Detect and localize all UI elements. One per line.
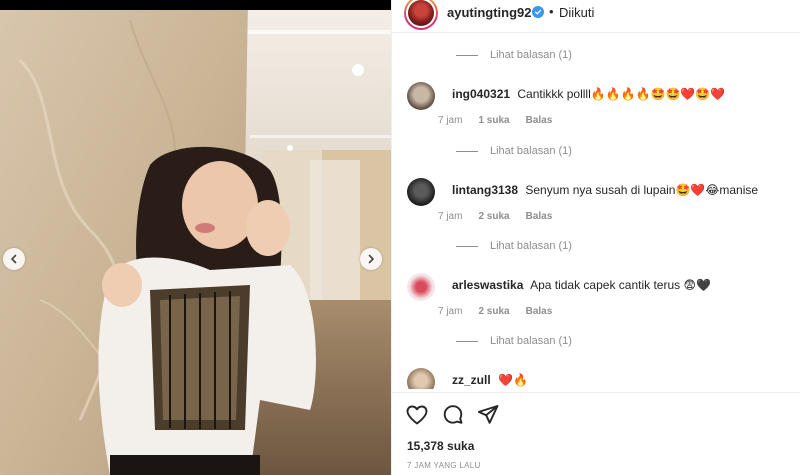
- comment-body: ❤️🔥: [498, 373, 528, 387]
- comment-username[interactable]: zz_zull: [452, 373, 491, 387]
- post-like-count[interactable]: 15,378 suka: [407, 439, 474, 453]
- view-replies-link[interactable]: Lihat balasan (1): [456, 49, 572, 61]
- author-username[interactable]: ayutingting92: [447, 5, 532, 20]
- view-replies-link[interactable]: Lihat balasan (1): [456, 335, 572, 347]
- comment-avatar[interactable]: [407, 368, 435, 389]
- comment-icon: [443, 405, 463, 424]
- post-actions: [392, 392, 800, 432]
- comment-text-row: ing040321 Cantikkk pollll🔥🔥🔥🔥🤩🤩❤️🤩❤️: [452, 87, 725, 101]
- comment-text-row: arleswastika Apa tidak capek cantik teru…: [452, 278, 711, 292]
- comment-meta: 7 jam 2 suka Balas: [438, 306, 568, 317]
- comment-likes[interactable]: 2 suka: [478, 306, 509, 317]
- comment-reply-button[interactable]: Balas: [526, 306, 553, 317]
- comment-button[interactable]: [441, 403, 465, 427]
- comment-text-row: zz_zull ❤️🔥: [452, 373, 528, 387]
- comment-time: 7 jam: [438, 211, 463, 222]
- comment-item: arleswastika Apa tidak capek cantik teru…: [392, 273, 800, 333]
- chevron-right-icon: [368, 254, 374, 264]
- post-timestamp: 7 JAM YANG LALU: [407, 461, 481, 470]
- reply-line: [456, 54, 478, 56]
- chevron-left-icon: [11, 254, 17, 264]
- media-top-bar: [0, 0, 391, 10]
- comment-item: zz_zull ❤️🔥: [392, 368, 800, 389]
- post-media[interactable]: [0, 0, 391, 475]
- post-header: ayutingting92 • Diikuti: [392, 0, 800, 33]
- comment-meta: 7 jam 2 suka Balas: [438, 211, 568, 222]
- comment-body: Apa tidak capek cantik terus 😨🖤: [530, 278, 711, 292]
- comment-body: Senyum nya susah di lupain🤩❤️😂manise: [525, 183, 759, 197]
- post-side-panel: ayutingting92 • Diikuti Lihat balasan (1…: [391, 0, 800, 475]
- comment-avatar[interactable]: [407, 82, 435, 110]
- comment-text-row: lintang3138 Senyum nya susah di lupain🤩❤…: [452, 183, 758, 197]
- view-replies-label: Lihat balasan (1): [490, 335, 572, 347]
- view-replies-link[interactable]: Lihat balasan (1): [456, 145, 572, 157]
- previous-media-button[interactable]: [3, 248, 25, 270]
- comment-likes[interactable]: 2 suka: [478, 211, 509, 222]
- comment-meta: 7 jam 1 suka Balas: [438, 115, 568, 126]
- comment-item: lintang3138 Senyum nya susah di lupain🤩❤…: [392, 178, 800, 238]
- comment-time: 7 jam: [438, 115, 463, 126]
- comment-avatar[interactable]: [407, 273, 435, 301]
- post-photo: [0, 0, 391, 475]
- reply-line: [456, 245, 478, 247]
- comment-username[interactable]: arleswastika: [452, 278, 523, 292]
- next-media-button[interactable]: [360, 248, 382, 270]
- comment-item: ing040321 Cantikkk pollll🔥🔥🔥🔥🤩🤩❤️🤩❤️ 7 j…: [392, 82, 800, 142]
- heart-icon: [406, 405, 428, 425]
- follow-status-button[interactable]: Diikuti: [559, 5, 594, 20]
- comment-likes[interactable]: 1 suka: [478, 115, 509, 126]
- share-button[interactable]: [476, 403, 500, 427]
- view-replies-label: Lihat balasan (1): [490, 240, 572, 252]
- comment-username[interactable]: lintang3138: [452, 183, 518, 197]
- comment-username[interactable]: ing040321: [452, 87, 510, 101]
- reply-line: [456, 340, 478, 342]
- view-replies-link[interactable]: Lihat balasan (1): [456, 240, 572, 252]
- share-icon: [477, 405, 499, 424]
- verified-badge-icon: [532, 6, 544, 18]
- comment-time: 7 jam: [438, 306, 463, 317]
- comment-reply-button[interactable]: Balas: [526, 211, 553, 222]
- reply-line: [456, 150, 478, 152]
- comment-body: Cantikkk pollll🔥🔥🔥🔥🤩🤩❤️🤩❤️: [517, 87, 726, 101]
- comment-reply-button[interactable]: Balas: [526, 115, 553, 126]
- header-separator: •: [549, 4, 554, 19]
- comments-list[interactable]: Lihat balasan (1) ing040321 Cantikkk pol…: [392, 34, 800, 389]
- view-replies-label: Lihat balasan (1): [490, 49, 572, 61]
- comment-avatar[interactable]: [407, 178, 435, 206]
- like-button[interactable]: [405, 403, 429, 427]
- author-avatar[interactable]: [404, 0, 438, 30]
- view-replies-label: Lihat balasan (1): [490, 145, 572, 157]
